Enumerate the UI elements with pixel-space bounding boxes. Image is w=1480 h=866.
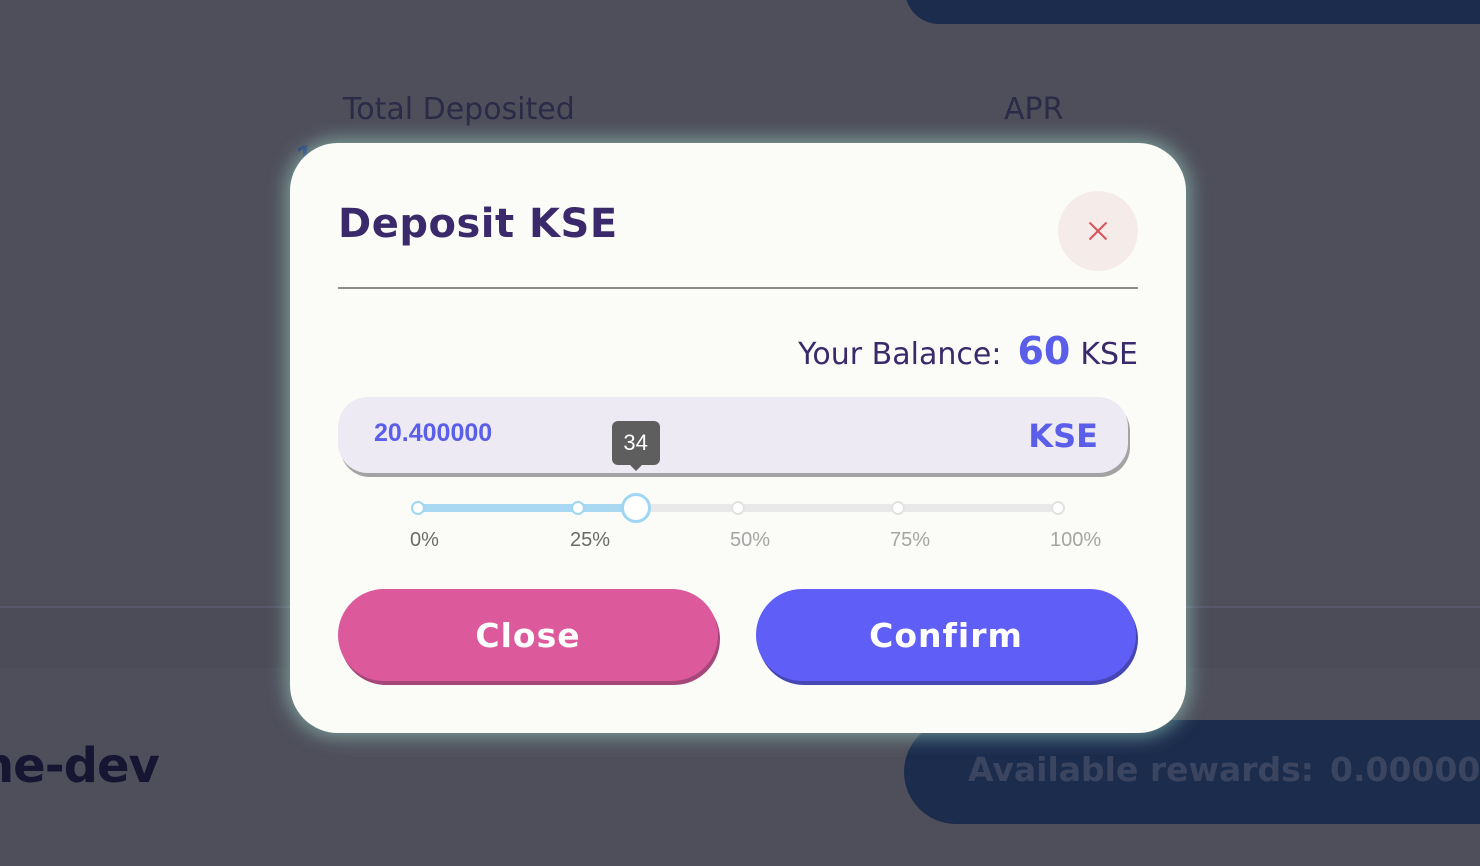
total-deposited-label: Total Deposited <box>343 92 575 127</box>
balance-unit: KSE <box>1080 337 1138 372</box>
close-button[interactable]: Close <box>338 589 718 681</box>
top-nav-bar <box>905 0 1480 24</box>
slider-fill <box>418 504 636 512</box>
slider-mark-label: 0% <box>410 529 439 551</box>
modal-title: Deposit KSE <box>338 201 618 247</box>
percent-slider[interactable]: 34 0% 25% 50% 75% 100% <box>410 421 1101 551</box>
slider-tooltip: 34 <box>611 421 660 471</box>
slider-mark-label: 50% <box>730 529 771 551</box>
pool-name: one-dev <box>0 738 160 794</box>
apr-label: APR <box>1004 92 1064 127</box>
rewards-value: 0.000000 K <box>1329 750 1480 789</box>
balance-label: Your Balance: <box>798 337 1002 372</box>
slider-dot-75[interactable] <box>891 501 905 515</box>
slider-mark-label: 25% <box>570 529 611 551</box>
confirm-button[interactable]: Confirm <box>756 589 1136 681</box>
deposit-modal: Deposit KSE Your Balance: 60 KSE KSE 34 … <box>290 143 1186 733</box>
rewards-label: Available rewards: <box>968 750 1314 789</box>
slider-handle[interactable] <box>620 493 651 523</box>
slider-dot-0[interactable] <box>411 501 425 515</box>
balance-value: 60 <box>1017 329 1071 373</box>
slider-mark-label: 75% <box>890 529 931 551</box>
close-icon[interactable] <box>1058 191 1138 271</box>
amount-field: KSE <box>338 397 1128 473</box>
amount-unit: KSE <box>1028 417 1098 455</box>
rewards-pill: Available rewards: 0.000000 K <box>904 720 1480 824</box>
slider-dot-50[interactable] <box>731 501 745 515</box>
header-divider <box>338 287 1138 289</box>
balance-display: Your Balance: 60 KSE <box>798 329 1138 373</box>
rewards-text: Available rewards: 0.000000 K <box>968 750 1480 789</box>
slider-dot-100[interactable] <box>1051 501 1065 515</box>
slider-dot-25[interactable] <box>571 501 585 515</box>
slider-mark-label: 100% <box>1050 529 1102 551</box>
